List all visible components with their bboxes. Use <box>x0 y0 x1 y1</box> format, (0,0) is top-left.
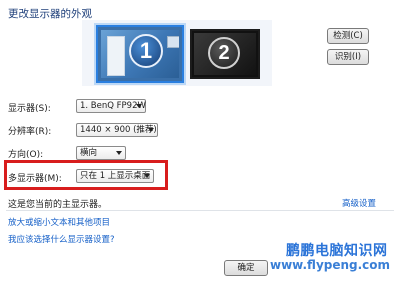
display-select[interactable]: 1. BenQ FP92W <box>76 99 146 113</box>
orientation-select[interactable]: 横向 <box>76 146 126 160</box>
identify-button[interactable]: 识别(I) <box>327 49 369 65</box>
chevron-down-icon <box>136 104 142 108</box>
resolution-select[interactable]: 1440 × 900 (推荐) <box>76 123 158 137</box>
window-thumbnail <box>107 36 125 76</box>
monitor-preview: 1 2 <box>82 20 272 86</box>
resolution-label: 分辨率(R): <box>8 127 52 137</box>
ok-button[interactable]: 确定 <box>224 260 268 276</box>
orientation-select-value: 横向 <box>80 148 98 158</box>
text-size-link[interactable]: 放大或缩小文本和其他项目 <box>8 216 110 228</box>
detect-button[interactable]: 检测(C) <box>327 28 369 44</box>
resolution-select-value: 1440 × 900 (推荐) <box>80 125 157 135</box>
watermark-site-name: 鹏鹏电脑知识网 <box>286 243 388 259</box>
chevron-down-icon <box>144 174 150 178</box>
monitor-1-thumbnail[interactable]: 1 <box>96 25 184 83</box>
monitor-1-number-badge: 1 <box>129 34 163 68</box>
monitor-2-thumbnail[interactable]: 2 <box>190 29 260 79</box>
multi-display-select[interactable]: 只在 1 上显示桌面 <box>76 169 154 183</box>
page-title: 更改显示器的外观 <box>8 8 92 20</box>
display-help-link[interactable]: 我应该选择什么显示器设置? <box>8 233 115 245</box>
watermark-url: www.flypeng.com <box>270 258 391 272</box>
orientation-label: 方向(O): <box>8 150 44 160</box>
chevron-down-icon <box>116 151 122 155</box>
divider <box>6 210 394 211</box>
primary-display-note: 这是您当前的主显示器。 <box>8 200 108 210</box>
multi-display-label: 多显示器(M): <box>8 174 62 184</box>
monitor-2-number-badge: 2 <box>208 37 240 69</box>
advanced-settings-link[interactable]: 高级设置 <box>342 197 376 209</box>
chevron-down-icon <box>148 128 154 132</box>
window-thumbnail <box>167 36 179 48</box>
multi-display-select-value: 只在 1 上显示桌面 <box>80 171 151 181</box>
display-label: 显示器(S): <box>8 104 51 114</box>
